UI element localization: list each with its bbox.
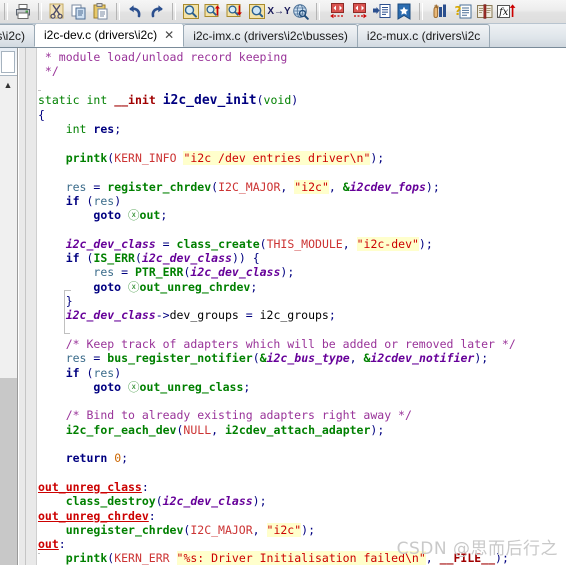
goto-xy-label: X→Y [267, 6, 291, 17]
source-code[interactable]: * module load/unload record keeping */ s… [38, 48, 566, 565]
find-next-icon[interactable] [224, 1, 246, 22]
reference-icon[interactable] [474, 1, 496, 22]
function-list-icon[interactable]: fx [496, 1, 518, 22]
toolbar: X→Y ? fx [0, 0, 566, 24]
scrollbar-track[interactable] [0, 378, 17, 565]
chevron-up-icon[interactable]: ▲ [3, 80, 13, 90]
csdn-watermark: CSDN @思而后行之 [396, 539, 558, 559]
code-editor: ▲ * module load/unload record keeping */… [0, 48, 566, 565]
find-in-files-icon[interactable] [246, 1, 268, 22]
tab-label: i2c-mux.c (drivers\i2c [366, 29, 481, 43]
gutter-divider [25, 48, 26, 565]
print-icon[interactable] [12, 1, 34, 22]
copy-icon[interactable] [68, 1, 90, 22]
toolbar-separator [4, 3, 8, 20]
toolbar-separator [38, 3, 42, 20]
fold-gutter[interactable] [19, 48, 37, 565]
find-icon[interactable] [180, 1, 202, 22]
tab-i2c-dev-c[interactable]: i2c-dev.c (drivers\i2c) ✕ [34, 24, 185, 47]
tab-label: i2c-imx.c (drivers\i2c\busses) [193, 29, 348, 43]
cut-icon[interactable] [46, 1, 68, 22]
tab-i2c-mux-c[interactable]: i2c-mux.c (drivers\i2c [356, 24, 491, 47]
paste-icon[interactable] [90, 1, 112, 22]
fold-guide-function [38, 90, 41, 554]
fold-guide-if-block-end [64, 326, 70, 334]
left-panel-header [0, 48, 17, 76]
class-browser-icon[interactable] [430, 1, 452, 22]
left-scrollbar[interactable]: ▲ [0, 48, 18, 565]
fold-guide-function-end [38, 546, 40, 554]
find-previous-icon[interactable] [202, 1, 224, 22]
tab-label: c (drivers\i2c) [0, 29, 26, 43]
code-viewport[interactable]: * module load/unload record keeping */ s… [38, 48, 566, 565]
web-search-icon[interactable] [290, 1, 312, 22]
svg-text:fx: fx [498, 7, 509, 18]
jump-forward-icon[interactable] [349, 1, 371, 22]
redo-icon[interactable] [146, 1, 168, 22]
toolbar-separator [172, 3, 176, 20]
tab-label: i2c-dev.c (drivers\i2c) [44, 27, 158, 42]
show-definition-icon[interactable] [371, 1, 393, 22]
help-icon[interactable]: ? [452, 1, 474, 22]
toolbar-separator [116, 3, 120, 20]
goto-xy-icon[interactable]: X→Y [267, 1, 291, 22]
tab-i2c-drivers[interactable]: c (drivers\i2c) [0, 24, 36, 47]
bookmark-icon[interactable] [393, 1, 415, 22]
toolbar-separator [419, 3, 423, 20]
scrollbar-thumb[interactable] [0, 48, 17, 378]
tab-i2c-imx-c[interactable]: i2c-imx.c (drivers\i2c\busses) [183, 24, 358, 47]
editor-tabbar: c (drivers\i2c) i2c-dev.c (drivers\i2c) … [0, 24, 566, 48]
close-icon[interactable]: ✕ [164, 29, 174, 41]
left-panel-box [1, 51, 15, 73]
svg-text:?: ? [455, 4, 462, 18]
jump-back-icon[interactable] [327, 1, 349, 22]
undo-icon[interactable] [124, 1, 146, 22]
toolbar-separator [316, 3, 320, 20]
